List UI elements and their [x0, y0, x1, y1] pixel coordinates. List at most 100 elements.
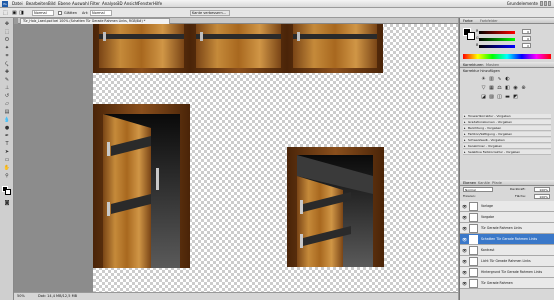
preset-item[interactable]: Kanalmixer - Vorgaben: [463, 144, 551, 149]
visibility-eye-icon[interactable]: 👁: [462, 248, 467, 253]
vibrance-icon[interactable]: ▽: [480, 85, 487, 91]
visibility-eye-icon[interactable]: 👁: [462, 204, 467, 209]
anti-alias-checkbox[interactable]: [58, 11, 62, 15]
stamp-tool-icon[interactable]: ⊥: [2, 85, 12, 91]
preset-item[interactable]: Gradationskurven - Vorgaben: [463, 120, 551, 125]
menu-item-3d[interactable]: 3D: [117, 1, 123, 7]
feather-input[interactable]: Normal: [32, 10, 54, 16]
eraser-tool-icon[interactable]: ▱: [2, 101, 12, 107]
shape-tool-icon[interactable]: ▭: [2, 157, 12, 163]
preset-item[interactable]: Selektive Farbkorrektur - Vorgaben: [463, 150, 551, 155]
opacity-input[interactable]: 100%: [534, 187, 550, 192]
path-select-icon[interactable]: ➤: [2, 149, 12, 155]
minimize-button[interactable]: [540, 1, 543, 6]
black-white-icon[interactable]: ◧: [504, 85, 511, 91]
visibility-eye-icon[interactable]: 👁: [462, 281, 467, 286]
menu-item-filter[interactable]: Filter: [90, 1, 100, 7]
photo-filter-icon[interactable]: ◉: [512, 85, 519, 91]
pen-tool-icon[interactable]: ✒: [2, 133, 12, 139]
close-button[interactable]: [548, 1, 551, 6]
selective-color-icon[interactable]: ◩: [512, 94, 519, 100]
gradient-map-icon[interactable]: ▬: [504, 94, 511, 100]
menu-item-edit[interactable]: Bearbeiten: [26, 1, 48, 7]
menu-item-view[interactable]: Ansicht: [124, 1, 139, 7]
color-spectrum-bar[interactable]: [463, 54, 551, 59]
workspace-switcher[interactable]: Grundelemente: [507, 1, 538, 7]
layer-row[interactable]: 👁 Vorlage: [460, 201, 554, 212]
document-canvas[interactable]: [93, 24, 458, 292]
document-info[interactable]: Dok: 14,4 MB/12,5 MB: [38, 293, 77, 300]
preset-item[interactable]: Farbton/Sättigung - Vorgaben: [463, 132, 551, 137]
healing-brush-icon[interactable]: ✚: [2, 69, 12, 75]
eyedropper-icon[interactable]: ⤹: [2, 61, 12, 67]
marquee-tool-icon[interactable]: ⬚: [3, 10, 8, 16]
menu-item-layer[interactable]: Ebene: [58, 1, 71, 7]
exposure-icon[interactable]: ◐: [504, 76, 511, 82]
blur-tool-icon[interactable]: 💧: [2, 117, 12, 123]
blue-channel-slider[interactable]: B 0: [476, 43, 531, 48]
panel-background-swatch[interactable]: [467, 32, 475, 40]
style-select[interactable]: Normal: [90, 10, 112, 16]
lasso-tool-icon[interactable]: ʘ: [2, 37, 12, 43]
layer-row[interactable]: 👁 Tür Gerade Rahmen Links: [460, 223, 554, 234]
layer-row[interactable]: 👁 Vorgabe: [460, 212, 554, 223]
channel-mixer-icon[interactable]: ⊕: [520, 85, 527, 91]
threshold-icon[interactable]: ◫: [496, 94, 503, 100]
brush-tool-icon[interactable]: ✎: [2, 77, 12, 83]
type-tool-icon[interactable]: T: [2, 141, 12, 147]
hue-saturation-icon[interactable]: ▦: [488, 85, 495, 91]
green-ramp[interactable]: [479, 38, 515, 41]
visibility-eye-icon[interactable]: 👁: [462, 259, 467, 264]
fill-input[interactable]: 100%: [534, 194, 550, 199]
brightness-icon[interactable]: ☀: [480, 76, 487, 82]
history-brush-icon[interactable]: ↺: [2, 93, 12, 99]
invert-icon[interactable]: ◪: [480, 94, 487, 100]
marquee-tool-icon[interactable]: ⬚: [2, 29, 12, 35]
menu-item-file[interactable]: Datei: [12, 1, 23, 7]
posterize-icon[interactable]: ▨: [488, 94, 495, 100]
blue-ramp[interactable]: [479, 45, 515, 48]
add-selection-icon[interactable]: ◨: [19, 10, 24, 16]
visibility-eye-icon[interactable]: 👁: [462, 226, 467, 231]
color-balance-icon[interactable]: ⚖: [496, 85, 503, 91]
blue-value-input[interactable]: 0: [522, 43, 531, 48]
layer-row[interactable]: 👁 Tür Gerade Rahmen: [460, 278, 554, 289]
preset-item[interactable]: Belichtung - Vorgaben: [463, 126, 551, 131]
layer-thumbnail: [469, 213, 478, 222]
new-selection-icon[interactable]: ▣: [12, 10, 17, 16]
preset-item[interactable]: Schwarzweiß - Vorgaben: [463, 138, 551, 143]
green-value-input[interactable]: 0: [522, 36, 531, 41]
menu-item-select[interactable]: Auswahl: [72, 1, 89, 7]
layer-row-selected[interactable]: 👁 Schatten Tür Gerade Rahmen Links: [460, 234, 554, 245]
menu-item-analysis[interactable]: Analyse: [102, 1, 118, 7]
layer-row[interactable]: 👁 Licht Tür Gerade Rahmen Links: [460, 256, 554, 267]
layer-row[interactable]: 👁 Hintergrund Tür Gerade Rahmen Links: [460, 267, 554, 278]
maximize-button[interactable]: [544, 1, 547, 6]
menu-item-image[interactable]: Bild: [48, 1, 56, 7]
quick-mask-icon[interactable]: ◙: [2, 200, 12, 206]
crop-tool-icon[interactable]: ⌗: [2, 53, 12, 59]
zoom-tool-icon[interactable]: ⚲: [2, 173, 12, 179]
move-tool-icon[interactable]: ✥: [2, 21, 12, 27]
red-channel-slider[interactable]: R 0: [476, 29, 531, 34]
red-ramp[interactable]: [479, 31, 515, 34]
refine-edge-button[interactable]: Kante verbessern...: [190, 10, 230, 16]
green-channel-slider[interactable]: G 0: [476, 36, 531, 41]
dodge-tool-icon[interactable]: ●: [2, 125, 12, 131]
menu-item-help[interactable]: Hilfe: [153, 1, 162, 7]
red-value-input[interactable]: 0: [522, 29, 531, 34]
preset-item[interactable]: Tonwertkorrektur - Vorgaben: [463, 114, 551, 119]
levels-icon[interactable]: ▥: [488, 76, 495, 82]
visibility-eye-icon[interactable]: 👁: [462, 237, 467, 242]
layer-row[interactable]: 👁 Kontrast: [460, 245, 554, 256]
magic-wand-icon[interactable]: ✦: [2, 45, 12, 51]
curves-icon[interactable]: ∿: [496, 76, 503, 82]
gradient-tool-icon[interactable]: ▤: [2, 109, 12, 115]
zoom-level[interactable]: 50%: [17, 293, 25, 300]
menu-item-window[interactable]: Fenster: [138, 1, 153, 7]
visibility-eye-icon[interactable]: 👁: [462, 270, 467, 275]
blend-mode-select[interactable]: Normal: [463, 187, 493, 192]
background-color-swatch[interactable]: [5, 189, 11, 195]
hand-tool-icon[interactable]: ✋: [2, 165, 12, 171]
visibility-eye-icon[interactable]: 👁: [462, 215, 467, 220]
